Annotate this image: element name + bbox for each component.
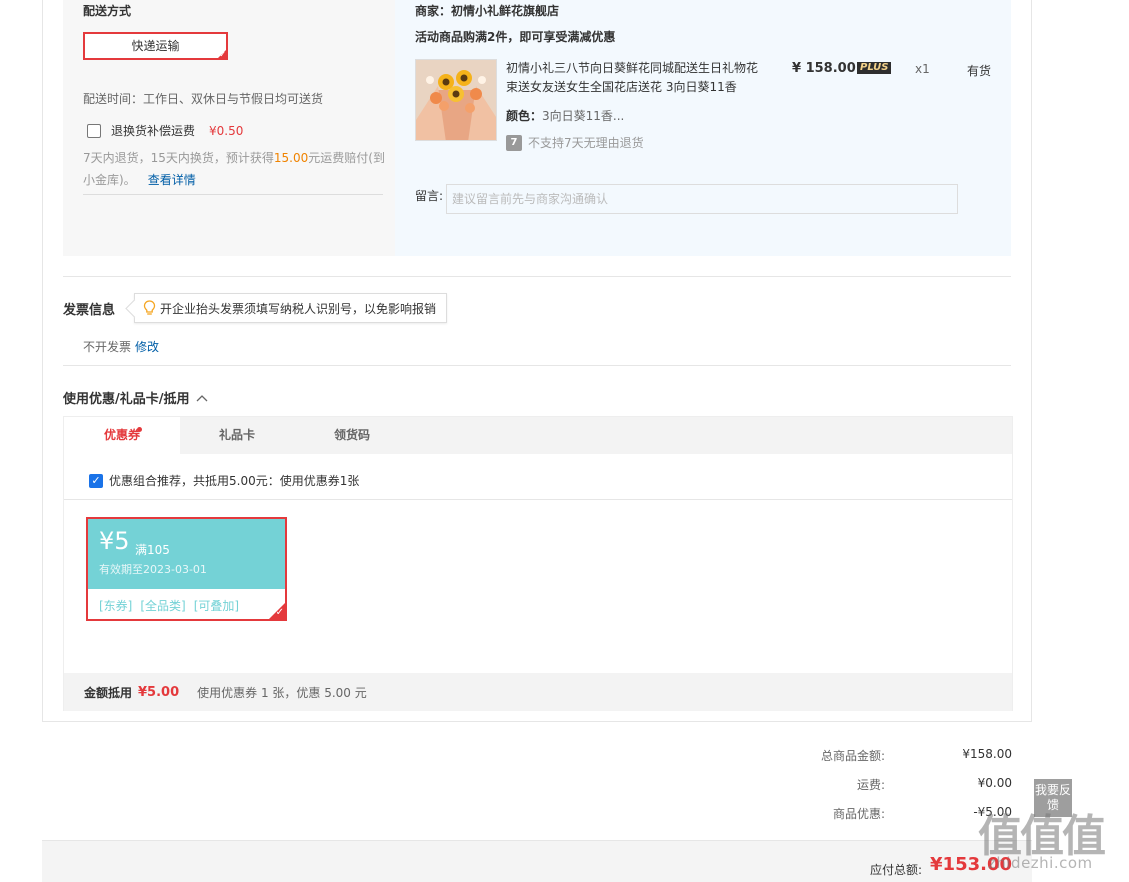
coupon-validity: 有效期至2023-03-01 bbox=[99, 563, 207, 576]
order-item-panel: 商家：初情小礼鲜花旗舰店 活动商品购满2件，即可享受满减优惠 初情小礼三八节向日… bbox=[395, 0, 1011, 256]
site-watermark: 值值值 zhidezhi.com bbox=[978, 800, 1129, 882]
invoice-status: 不开发票 修改 bbox=[83, 338, 159, 355]
shop-name: 商家：初情小礼鲜花旗舰店 bbox=[415, 4, 560, 18]
tab-gift-card[interactable]: 礼品卡 bbox=[180, 417, 294, 454]
freight-value: ¥0.00 bbox=[977, 776, 1012, 790]
chevron-up-icon bbox=[196, 390, 208, 406]
invoice-tip-text: 开企业抬头发票须填写纳税人识别号，以免影响报销 bbox=[160, 301, 437, 316]
shipping-title: 配送方式 bbox=[83, 4, 132, 18]
coupon-section-title: 使用优惠/礼品卡/抵用 bbox=[63, 392, 190, 407]
freight-label: 运费: bbox=[856, 778, 885, 792]
recommend-row: ✓ 优惠组合推荐，共抵用5.00元：使用优惠券1张 bbox=[89, 472, 359, 489]
tab-pickup-code-label: 领货码 bbox=[333, 428, 370, 442]
return-desc-pre: 7天内退货，15天内换货，预计获得 bbox=[83, 151, 274, 165]
product-image[interactable] bbox=[415, 59, 497, 141]
view-details-link[interactable]: 查看详情 bbox=[148, 173, 196, 187]
goods-total-label: 总商品金额: bbox=[820, 749, 885, 763]
goods-total-value: ¥158.00 bbox=[962, 747, 1012, 761]
deduct-label: 金额抵用 bbox=[84, 685, 133, 700]
coupon-tabs: 优惠券 礼品卡 领货码 bbox=[64, 417, 1012, 454]
message-input[interactable] bbox=[446, 184, 958, 214]
color-label: 颜色： bbox=[506, 109, 543, 123]
promo-text: 活动商品购满2件，即可享受满减优惠 bbox=[415, 30, 616, 44]
return-insurance-desc: 7天内退货，15天内换货，预计获得15.00元运费赔付(到小金库)。 查看详情 bbox=[83, 147, 388, 191]
coupon-card[interactable]: ¥5 满105 有效期至2023-03-01 [东券] [全品类] [可叠加] … bbox=[86, 517, 287, 621]
product-price: ¥ 158.00 bbox=[792, 61, 856, 76]
return-insurance-price: ¥0.50 bbox=[209, 123, 244, 138]
tab-coupons-label: 优惠券 bbox=[103, 428, 140, 442]
tab-gift-card-label: 礼品卡 bbox=[218, 428, 255, 442]
check-icon: ✓ bbox=[219, 50, 226, 59]
coupon-tag: [东券] bbox=[99, 599, 133, 613]
no-return-text: 不支持7天无理由退货 bbox=[528, 136, 644, 150]
bouquet-image bbox=[416, 60, 496, 140]
deduct-amount: ¥5.00 bbox=[138, 684, 180, 700]
message-label: 留言: bbox=[415, 189, 444, 203]
section-divider bbox=[63, 365, 1011, 366]
product-quantity: x1 bbox=[915, 62, 930, 76]
no-7day-return-icon: 7 bbox=[506, 134, 522, 151]
express-shipping-button[interactable]: 快递运输 ✓ bbox=[83, 32, 228, 60]
tab-pickup-code[interactable]: 领货码 bbox=[294, 417, 410, 454]
coupon-condition: 满105 bbox=[135, 543, 170, 557]
deduct-bar: 金额抵用 ¥5.00 使用优惠券 1 张，优惠 5.00 元 bbox=[64, 673, 1012, 711]
divider bbox=[83, 194, 383, 195]
express-shipping-label: 快递运输 bbox=[131, 39, 180, 53]
coupon-section-toggle[interactable]: 使用优惠/礼品卡/抵用 bbox=[63, 388, 208, 407]
no-return-notice: 7 不支持7天无理由退货 bbox=[506, 134, 644, 151]
deduct-desc: 使用优惠券 1 张，优惠 5.00 元 bbox=[197, 685, 367, 700]
new-dot bbox=[137, 427, 142, 432]
coupon-card-top: ¥5 满105 有效期至2023-03-01 bbox=[88, 519, 285, 589]
invoice-modify-link[interactable]: 修改 bbox=[135, 340, 159, 354]
check-icon: ✓ bbox=[275, 607, 284, 618]
return-desc-amount: 15.00 bbox=[273, 151, 309, 165]
coupon-tag: [可叠加] bbox=[193, 599, 240, 613]
divider bbox=[64, 499, 1012, 500]
coupon-amount: ¥5 bbox=[99, 527, 130, 555]
return-insurance-checkbox[interactable] bbox=[87, 123, 101, 138]
payable-label: 应付总额: bbox=[869, 863, 922, 877]
coupon-panel: 优惠券 礼品卡 领货码 ✓ 优惠组合推荐，共抵用5.00元：使用优惠券1张 ¥5… bbox=[63, 416, 1013, 711]
tab-coupons[interactable]: 优惠券 bbox=[64, 417, 180, 454]
watermark-url: zhidezhi.com bbox=[988, 854, 1093, 872]
total-bar: 应付总额: ¥153.00 bbox=[42, 840, 1032, 882]
lightbulb-icon bbox=[143, 300, 156, 316]
product-color: 颜色：3向日葵11香... bbox=[506, 107, 624, 124]
color-value: 3向日葵11香... bbox=[542, 109, 625, 123]
delivery-time: 配送时间：工作日、双休日与节假日均可送货 bbox=[83, 92, 324, 106]
plus-badge: PLUS bbox=[857, 62, 892, 74]
recommend-text: 优惠组合推荐，共抵用5.00元：使用优惠券1张 bbox=[109, 474, 360, 488]
section-divider bbox=[63, 276, 1011, 277]
invoice-tip: 开企业抬头发票须填写纳税人识别号，以免影响报销 bbox=[134, 293, 448, 323]
invoice-title: 发票信息 bbox=[63, 303, 116, 318]
coupon-tags: [东券] [全品类] [可叠加] bbox=[99, 597, 239, 614]
invoice-status-text: 不开发票 bbox=[83, 340, 132, 354]
product-name-link[interactable]: 初情小礼三八节向日葵鲜花同城配送生日礼物花束送女友送女生全国花店送花 3向日葵1… bbox=[506, 59, 761, 97]
return-insurance-label: 退换货补偿运费 bbox=[111, 124, 196, 138]
stock-status: 有货 bbox=[967, 64, 992, 78]
discount-label: 商品优惠: bbox=[832, 807, 885, 821]
recommend-checkbox[interactable]: ✓ bbox=[89, 473, 103, 488]
coupon-tag: [全品类] bbox=[140, 599, 186, 613]
return-insurance-row: 退换货补偿运费 ¥0.50 bbox=[87, 122, 243, 139]
shipping-panel: 配送方式 快递运输 ✓ 配送时间：工作日、双休日与节假日均可送货 退换货补偿运费… bbox=[63, 0, 395, 256]
